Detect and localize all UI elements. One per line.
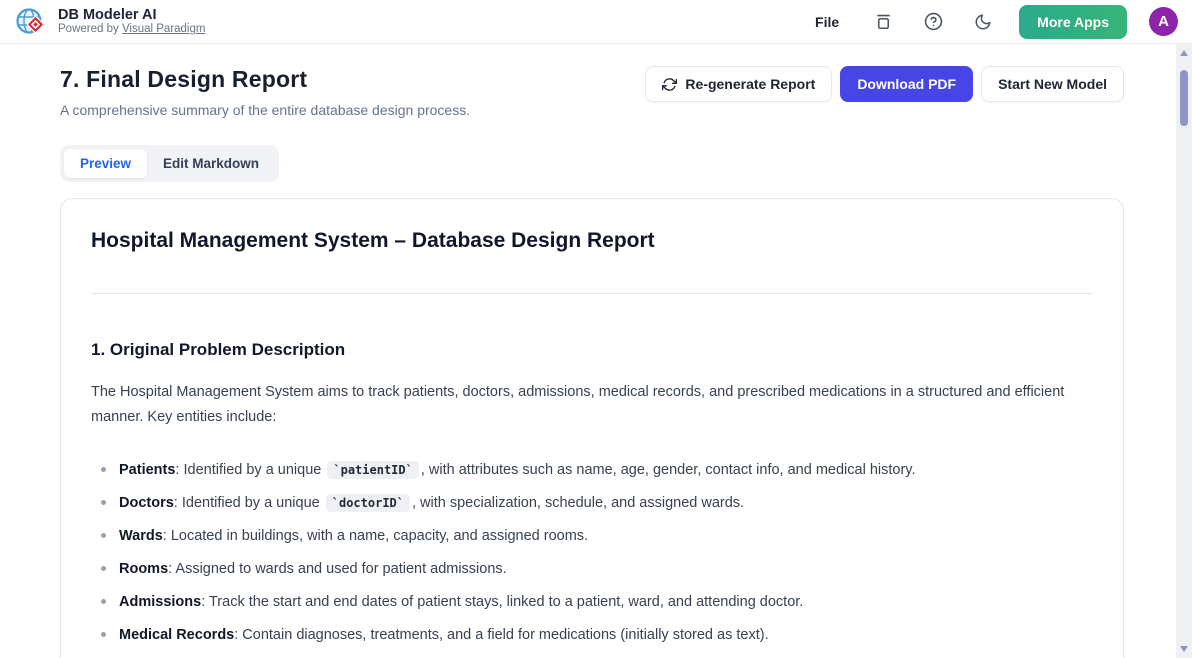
entity-list-item: Rooms: Assigned to wards and used for pa… (91, 556, 1093, 582)
entity-name: Admissions (119, 594, 201, 610)
entity-list-item: Admissions: Track the start and end date… (91, 589, 1093, 615)
scrollbar-up-arrow-icon[interactable] (1180, 50, 1188, 56)
avatar[interactable]: A (1149, 7, 1178, 36)
entity-name: Medical Records (119, 627, 234, 643)
entity-list-item: Wards: Located in buildings, with a name… (91, 523, 1093, 549)
vertical-scrollbar[interactable] (1176, 44, 1192, 658)
content-container: 7. Final Design Report A comprehensive s… (60, 66, 1124, 658)
brand-block: DB Modeler AI Powered by Visual Paradigm (58, 7, 205, 37)
header-actions: File More Apps A (807, 5, 1178, 39)
archive-icon (874, 12, 893, 31)
help-button[interactable] (919, 8, 947, 36)
report-title: Hospital Management System – Database De… (91, 229, 1093, 253)
refresh-icon (662, 77, 677, 92)
moon-icon (974, 13, 992, 31)
powered-by: Powered by Visual Paradigm (58, 23, 205, 36)
view-tabs: Preview Edit Markdown (60, 145, 279, 182)
powered-by-prefix: Powered by (58, 23, 119, 35)
visual-paradigm-link[interactable]: Visual Paradigm (122, 23, 206, 35)
regenerate-report-button[interactable]: Re-generate Report (645, 66, 832, 102)
start-new-model-button[interactable]: Start New Model (981, 66, 1124, 102)
more-apps-button[interactable]: More Apps (1019, 5, 1127, 39)
entity-name: Patients (119, 462, 175, 478)
report-card: Hospital Management System – Database De… (60, 198, 1124, 658)
title-block: 7. Final Design Report A comprehensive s… (60, 66, 470, 118)
entity-list: Patients: Identified by a unique `patien… (91, 457, 1093, 658)
inline-code: `doctorID` (326, 494, 410, 512)
dark-mode-button[interactable] (969, 8, 997, 36)
visual-paradigm-logo-icon (14, 5, 48, 39)
help-icon (924, 12, 943, 31)
entity-name: Wards (119, 528, 163, 544)
download-pdf-button[interactable]: Download PDF (840, 66, 973, 102)
page-subtitle: A comprehensive summary of the entire da… (60, 102, 470, 118)
report-intro: The Hospital Management System aims to t… (91, 380, 1093, 430)
file-menu[interactable]: File (807, 10, 847, 34)
inline-code: `patientID` (327, 461, 418, 479)
entity-list-item: Patients: Identified by a unique `patien… (91, 457, 1093, 483)
regenerate-report-label: Re-generate Report (685, 76, 815, 92)
tab-edit-markdown[interactable]: Edit Markdown (147, 149, 275, 178)
report-divider (91, 293, 1093, 294)
scrollbar-thumb[interactable] (1180, 70, 1188, 126)
archive-button[interactable] (869, 8, 897, 36)
tab-preview[interactable]: Preview (64, 149, 147, 178)
action-buttons: Re-generate Report Download PDF Start Ne… (645, 66, 1124, 102)
app-title: DB Modeler AI (58, 7, 205, 24)
page-body: 7. Final Design Report A comprehensive s… (0, 44, 1176, 658)
app-logo (14, 5, 48, 39)
entity-name: Rooms (119, 561, 168, 577)
entity-list-item: Doctors: Identified by a unique `doctorI… (91, 490, 1093, 516)
entity-list-item: Medical Records: Contain diagnoses, trea… (91, 622, 1093, 648)
entity-name: Doctors (119, 495, 174, 511)
app-header: DB Modeler AI Powered by Visual Paradigm… (0, 0, 1192, 44)
page-title: 7. Final Design Report (60, 66, 470, 93)
scrollbar-down-arrow-icon[interactable] (1180, 646, 1188, 652)
toolbar-row: 7. Final Design Report A comprehensive s… (60, 66, 1124, 118)
section-heading: 1. Original Problem Description (91, 340, 1093, 360)
